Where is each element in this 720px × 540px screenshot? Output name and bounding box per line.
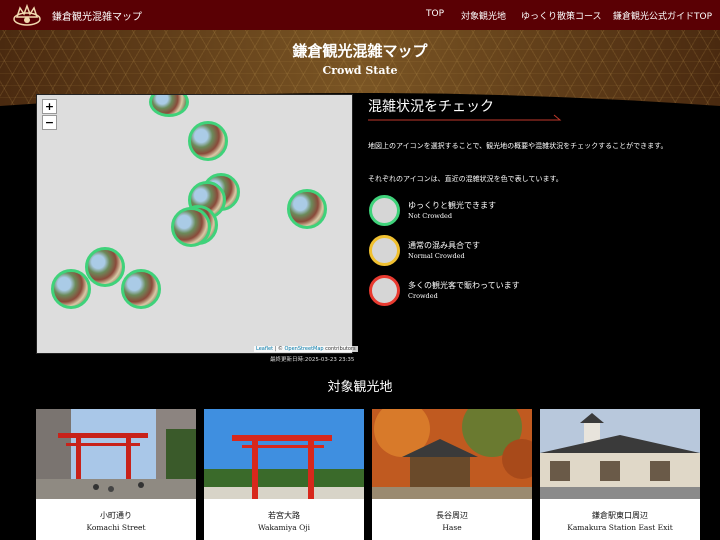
spot-card-komachi[interactable]: 小町通り Komachi Street (36, 409, 196, 540)
site-logo-icon[interactable] (12, 3, 42, 27)
spot-photo (540, 409, 700, 499)
legend-crowded-icon (369, 275, 400, 306)
legend-not-crowded-jp: ゆっくりと観光できます (408, 201, 496, 210)
top-nav: 鎌倉観光混雑マップ TOP 対象観光地 ゆっくり散策コース 鎌倉観光公式ガイドT… (0, 0, 720, 30)
nav-link-top[interactable]: TOP (426, 9, 444, 19)
spot-name-jp: 長谷周辺 (436, 511, 468, 520)
osm-link[interactable]: OpenStreetMap (284, 346, 323, 352)
legend-not-crowded-icon (369, 195, 400, 226)
spot-name-jp: 若宮大路 (268, 511, 300, 520)
spot-card-hase[interactable]: 長谷周辺 Hase (372, 409, 532, 540)
spot-name-en: Komachi Street (86, 523, 146, 532)
legend-normal-crowded-icon (369, 235, 400, 266)
spot-photo (204, 409, 364, 499)
map-marker[interactable] (287, 189, 327, 229)
nav-link-walking-course[interactable]: ゆっくり散策コース (521, 9, 602, 22)
nav-link-spots[interactable]: 対象観光地 (461, 9, 506, 22)
page-title: 鎌倉観光混雑マップ (292, 42, 428, 60)
map-marker[interactable] (188, 121, 228, 161)
legend-not-crowded-en: Not Crowded (408, 212, 453, 220)
spot-name-jp: 小町通り (100, 511, 132, 520)
legend-normal-crowded-jp: 通常の混み具合です (408, 241, 480, 250)
spots-section-title: 対象観光地 (327, 380, 393, 395)
map-attribution: Leaflet | © OpenStreetMap contributors (254, 346, 358, 352)
legend-crowded-en: Crowded (408, 292, 438, 300)
map-marker[interactable] (171, 207, 211, 247)
title-underline (368, 114, 562, 121)
leaflet-link[interactable]: Leaflet (256, 346, 273, 352)
site-name[interactable]: 鎌倉観光混雑マップ (52, 8, 142, 23)
map-marker[interactable] (149, 95, 189, 117)
map-marker[interactable] (51, 269, 91, 309)
spot-name-en: Wakamiya Oji (257, 523, 311, 532)
spot-name-en: Kamakura Station East Exit (567, 523, 673, 532)
attribution-contributors: contributors (323, 346, 356, 352)
map-marker[interactable] (85, 247, 125, 287)
last-updated: 最終更新日時:2025-03-23 23:35 (270, 357, 355, 363)
legend-crowded-jp: 多くの観光客で賑わっています (408, 281, 520, 290)
page-subtitle: Crowd State (322, 64, 398, 77)
legend-normal-crowded-en: Normal Crowded (408, 252, 465, 260)
spot-photo (372, 409, 532, 499)
panel-description: 地図上のアイコンを選択することで、観光地の概要や混雑状況をチェックすることができ… (368, 142, 668, 150)
attribution-separator: | © (273, 346, 285, 352)
crowd-map[interactable] (36, 94, 353, 354)
spot-card-kamakura-station[interactable]: 鎌倉駅東口周辺 Kamakura Station East Exit (540, 409, 700, 540)
zoom-in-button[interactable]: + (42, 99, 57, 114)
map-marker[interactable] (121, 269, 161, 309)
panel-legend-intro: それぞれのアイコンは、直近の混雑状況を色で表しています。 (368, 175, 563, 183)
zoom-out-button[interactable]: − (42, 115, 57, 130)
spot-name-en: Hase (442, 523, 462, 532)
spot-card-wakamiya[interactable]: 若宮大路 Wakamiya Oji (204, 409, 364, 540)
nav-link-official-guide[interactable]: 鎌倉観光公式ガイドTOP (613, 9, 712, 22)
spot-name-jp: 鎌倉駅東口周辺 (592, 511, 648, 520)
panel-title: 混雑状況をチェック (368, 99, 494, 115)
spot-photo (36, 409, 196, 499)
